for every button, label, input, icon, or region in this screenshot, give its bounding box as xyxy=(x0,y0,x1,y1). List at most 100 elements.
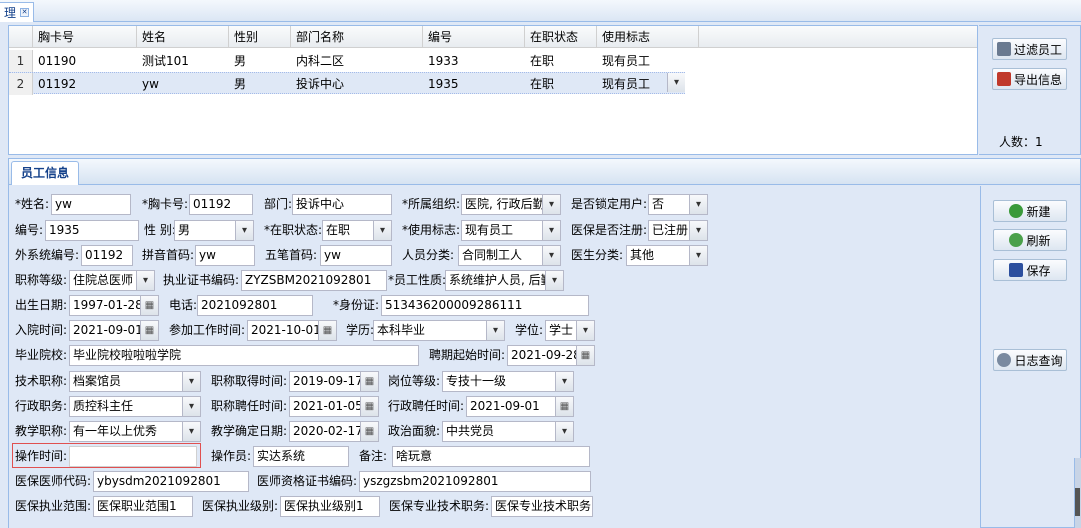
wubi-field[interactable]: yw xyxy=(320,245,392,266)
cell-usage: 现有员工 xyxy=(602,54,651,68)
cell-name: 测试101 xyxy=(142,54,189,68)
lock-select[interactable]: 否 xyxy=(648,194,708,215)
refresh-button[interactable]: 刷新 xyxy=(993,229,1067,251)
appoint-start-label: 聘期起始时间: xyxy=(429,348,506,362)
log-query-button[interactable]: 日志查询 xyxy=(993,349,1067,371)
table-row[interactable]: 1 01190 测试101 男 内科二区 1933 在职 现有员工 xyxy=(9,50,685,72)
refresh-label: 刷新 xyxy=(1026,233,1051,248)
work-label: 参加工作时间: xyxy=(169,323,246,337)
dept-label: 部门: xyxy=(264,197,293,211)
doccat-select[interactable]: 其他 xyxy=(626,245,708,266)
dept-field[interactable]: 投诉中心 xyxy=(292,194,392,215)
hire-label: 入院时间: xyxy=(15,323,68,337)
row-number: 2 xyxy=(9,73,33,95)
admin-hire-date-field[interactable]: 2021-09-01 xyxy=(466,396,574,417)
tab-employee-info[interactable]: 员工信息 xyxy=(11,161,79,185)
hire-date-field[interactable]: 2021-09-01 xyxy=(69,320,159,341)
work-date-field[interactable]: 2021-10-01 xyxy=(247,320,337,341)
appoint-start-date-field[interactable]: 2021-09-28 xyxy=(507,345,595,366)
name-field[interactable]: yw xyxy=(51,194,131,215)
tech-title-select[interactable]: 档案馆员 xyxy=(69,371,201,392)
status-label: *在职状态: xyxy=(264,223,323,237)
cell-dept: 内科二区 xyxy=(296,54,345,68)
teach-title-select[interactable]: 有一年以上优秀 xyxy=(69,421,201,442)
export-icon xyxy=(996,72,1011,86)
cell-dept: 投诉中心 xyxy=(296,77,345,91)
party-select[interactable]: 中共党员 xyxy=(442,421,574,442)
post-level-label: 岗位等级: xyxy=(388,374,441,388)
idcard-field[interactable]: 513436200009286111 xyxy=(381,295,589,316)
title-date-field[interactable]: 2019-09-17 xyxy=(289,371,379,392)
cert-field[interactable]: ZYZSBM2021092801 xyxy=(241,270,387,291)
extsys-field[interactable]: 01192 xyxy=(81,245,133,266)
usage-select[interactable]: 现有员工 xyxy=(461,220,561,241)
log-label: 日志查询 xyxy=(1014,353,1063,368)
col-header-badge[interactable]: 胸卡号 xyxy=(33,26,137,48)
org-label: *所属组织: xyxy=(402,197,461,211)
phone-label: 电话: xyxy=(169,298,198,312)
note-field[interactable]: 啥玩意 xyxy=(392,446,590,467)
filter-employees-button[interactable]: 过滤员工 xyxy=(992,38,1067,60)
operator-field[interactable]: 实达系统 xyxy=(253,446,349,467)
status-select[interactable]: 在职 xyxy=(322,220,392,241)
save-label: 保存 xyxy=(1026,263,1051,278)
title-hire-date-field[interactable]: 2021-01-05 xyxy=(289,396,379,417)
phone-field[interactable]: 2021092801 xyxy=(197,295,313,316)
inslevel-field[interactable]: 医保执业级别1 xyxy=(280,496,380,517)
table-row-selected[interactable]: 2 01192 yw 男 投诉中心 1935 在职 现有员工 xyxy=(9,72,685,95)
scrollbar-thumb[interactable] xyxy=(1075,488,1080,516)
export-info-button[interactable]: 导出信息 xyxy=(992,68,1067,90)
insscope-field[interactable]: 医保职业范围1 xyxy=(93,496,193,517)
staffcat-select[interactable]: 合同制工人 xyxy=(458,245,561,266)
insdoc-label: 医保医师代码: xyxy=(15,474,92,488)
badge-label: *胸卡号: xyxy=(142,197,189,211)
grid-header: 胸卡号 姓名 性别 部门名称 编号 在职状态 使用标志 xyxy=(9,26,977,48)
cell-status: 在职 xyxy=(530,54,555,68)
plus-icon xyxy=(1009,204,1024,218)
top-tab-bar: 理 ✕ xyxy=(0,0,1081,22)
title-hire-label: 职称聘任时间: xyxy=(211,399,288,413)
insreg-select[interactable]: 已注册 xyxy=(648,220,708,241)
edu-select[interactable]: 本科毕业 xyxy=(373,320,505,341)
module-tab[interactable]: 理 ✕ xyxy=(0,2,35,22)
cell-code: 1935 xyxy=(428,77,459,91)
save-button[interactable]: 保存 xyxy=(993,259,1067,281)
pinyin-field[interactable]: yw xyxy=(195,245,255,266)
new-button[interactable]: 新建 xyxy=(993,200,1067,222)
teach-date-field[interactable]: 2020-02-17 xyxy=(289,421,379,442)
qualcert-label: 医师资格证书编码: xyxy=(257,474,358,488)
party-label: 政治面貌: xyxy=(388,424,441,438)
pinyin-label: 拼音首码: xyxy=(142,248,195,262)
col-header-dept[interactable]: 部门名称 xyxy=(291,26,423,48)
qualcert-field[interactable]: yszgzsbm2021092801 xyxy=(359,471,591,492)
school-field[interactable]: 毕业院校啦啦啦学院 xyxy=(69,345,419,366)
col-header-usage[interactable]: 使用标志 xyxy=(597,26,699,48)
insdoc-field[interactable]: ybysdm2021092801 xyxy=(93,471,249,492)
code-label: 编号: xyxy=(15,223,44,237)
post-level-select[interactable]: 专技十一级 xyxy=(442,371,574,392)
badge-field[interactable]: 01192 xyxy=(189,194,253,215)
extsys-label: 外系统编号: xyxy=(15,248,80,262)
admin-post-select[interactable]: 质控科主任 xyxy=(69,396,201,417)
optime-label: 操作时间: xyxy=(15,449,68,463)
degree-select[interactable]: 学士 xyxy=(545,320,595,341)
close-icon[interactable]: ✕ xyxy=(20,8,30,17)
col-header-status[interactable]: 在职状态 xyxy=(525,26,597,48)
code-field[interactable]: 1935 xyxy=(45,220,139,241)
inslevel-label: 医保执业级别: xyxy=(202,499,279,513)
title-level-select[interactable]: 住院总医师 xyxy=(69,270,155,291)
col-header-code[interactable]: 编号 xyxy=(423,26,525,48)
col-header-gender[interactable]: 性别 xyxy=(229,26,291,48)
nature-select[interactable]: 系统维护人员, 后勤, 综 xyxy=(445,270,564,291)
birth-date-field[interactable]: 1997-01-28 xyxy=(69,295,159,316)
grid-side-panel: 过滤员工 导出信息 人数：1 xyxy=(979,25,1081,155)
admin-post-label: 行政职务: xyxy=(15,399,68,413)
refresh-icon xyxy=(1009,233,1024,247)
cell-badge: 01192 xyxy=(38,77,77,91)
new-label: 新建 xyxy=(1026,204,1051,219)
col-header-name[interactable]: 姓名 xyxy=(137,26,229,48)
gender-select[interactable]: 男 xyxy=(174,220,254,241)
optime-field[interactable] xyxy=(69,446,197,467)
instech-field[interactable]: 医保专业技术职务 xyxy=(491,496,593,517)
org-select[interactable]: 医院, 行政后勤 xyxy=(461,194,561,215)
